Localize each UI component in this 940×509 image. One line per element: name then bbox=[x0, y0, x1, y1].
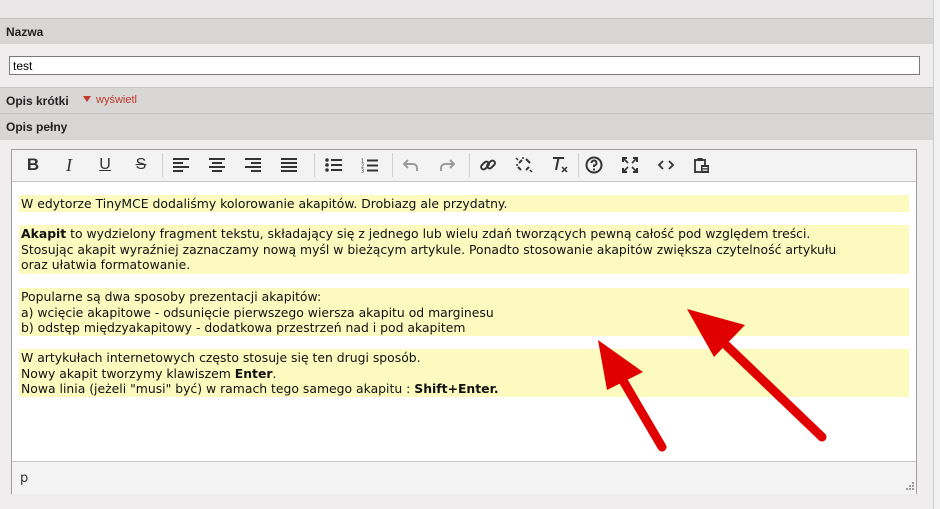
source-code-button[interactable] bbox=[648, 152, 684, 178]
paragraph-line: Akapit to wydzielony fragment tekstu, sk… bbox=[21, 226, 811, 241]
editor-toolbar: B I U S 123 bbox=[12, 150, 916, 182]
code-icon bbox=[658, 160, 674, 170]
align-right-button[interactable] bbox=[235, 152, 271, 178]
strikethrough-button[interactable]: S bbox=[123, 152, 159, 178]
name-label-bar: Nazwa bbox=[0, 18, 933, 44]
undo-button[interactable] bbox=[393, 152, 429, 178]
help-button[interactable] bbox=[576, 152, 612, 178]
align-left-icon bbox=[173, 158, 189, 172]
show-short-desc-text: wyświetl bbox=[96, 94, 137, 106]
page-scrollbar[interactable] bbox=[933, 0, 940, 509]
remove-link-button[interactable] bbox=[506, 152, 542, 178]
italic-button[interactable]: I bbox=[51, 152, 87, 178]
redo-button[interactable] bbox=[429, 152, 465, 178]
redo-icon bbox=[440, 159, 455, 171]
link-group bbox=[470, 152, 578, 178]
align-left-button[interactable] bbox=[163, 152, 199, 178]
top-strip bbox=[0, 0, 933, 18]
align-justify-button[interactable] bbox=[271, 152, 307, 178]
paragraph-line: oraz ułatwia formatowanie. bbox=[21, 257, 191, 273]
history-group bbox=[393, 152, 465, 178]
align-center-button[interactable] bbox=[199, 152, 235, 178]
paragraph-2: Akapit to wydzielony fragment tekstu, sk… bbox=[19, 225, 909, 274]
fullscreen-button[interactable] bbox=[612, 152, 648, 178]
format-group: B I U S bbox=[15, 152, 159, 178]
insert-link-button[interactable] bbox=[470, 152, 506, 178]
paragraph-line: Stosując akapit wyraźniej zaznaczamy now… bbox=[21, 241, 837, 257]
numbered-list-button[interactable]: 123 bbox=[351, 152, 387, 178]
paragraph-line: W artykułach internetowych często stosuj… bbox=[21, 350, 421, 365]
align-right-icon bbox=[245, 158, 261, 172]
full-desc-label: Opis pełny bbox=[6, 120, 68, 134]
help-icon bbox=[585, 156, 603, 174]
resize-handle-icon[interactable] bbox=[904, 482, 914, 492]
list-group: 123 bbox=[315, 152, 387, 178]
paragraph-line: Nowa linia (jeżeli "musi" być) w ramach … bbox=[21, 381, 499, 397]
paragraph-line: a) wcięcie akapitowe - odsunięcie pierws… bbox=[21, 304, 494, 320]
paragraph-line: b) odstęp międzyakapitowy - dodatkowa pr… bbox=[21, 320, 466, 336]
bold-term: Akapit bbox=[21, 226, 67, 241]
undo-icon bbox=[403, 159, 418, 171]
rich-text-editor: B I U S 123 W edytorze TinyMCE dodaliśmy… bbox=[11, 149, 917, 494]
fullscreen-icon bbox=[622, 157, 638, 173]
short-desc-label: Opis krótki bbox=[6, 94, 69, 108]
align-group bbox=[163, 152, 307, 178]
show-short-desc-link[interactable]: wyświetl bbox=[83, 94, 137, 106]
short-desc-bar: Opis krótki bbox=[0, 87, 933, 114]
bullet-list-icon bbox=[324, 158, 342, 172]
bullet-list-button[interactable] bbox=[315, 152, 351, 178]
numbered-list-icon: 123 bbox=[361, 158, 378, 173]
paragraph-3: Popularne są dwa sposoby prezentacji aka… bbox=[19, 288, 909, 336]
underline-button[interactable]: U bbox=[87, 152, 123, 178]
editor-statusbar: p bbox=[12, 461, 916, 494]
paragraph-line: Nowy akapit tworzymy klawiszem Enter. bbox=[21, 365, 277, 381]
paragraph-4: W artykułach internetowych często stosuj… bbox=[19, 349, 909, 397]
full-desc-bar: Opis pełny bbox=[0, 113, 933, 140]
link-icon bbox=[480, 159, 496, 171]
triangle-down-icon bbox=[83, 96, 91, 102]
editor-content[interactable]: W edytorze TinyMCE dodaliśmy kolorowanie… bbox=[12, 182, 916, 460]
clear-formatting-button[interactable] bbox=[542, 152, 578, 178]
paragraph-line: Popularne są dwa sposoby prezentacji aka… bbox=[21, 289, 322, 304]
unlink-icon bbox=[515, 157, 533, 173]
misc-group bbox=[576, 152, 720, 178]
svg-text:3: 3 bbox=[361, 168, 364, 173]
paragraph-1: W edytorze TinyMCE dodaliśmy kolorowanie… bbox=[19, 195, 909, 212]
align-center-icon bbox=[209, 158, 225, 172]
name-input[interactable] bbox=[9, 56, 920, 75]
align-justify-icon bbox=[281, 158, 297, 172]
paste-icon bbox=[694, 157, 709, 173]
paste-button[interactable] bbox=[684, 152, 720, 178]
element-path[interactable]: p bbox=[20, 471, 28, 486]
bold-key: Enter bbox=[234, 365, 273, 381]
bold-button[interactable]: B bbox=[15, 152, 51, 178]
clear-format-icon bbox=[553, 157, 568, 173]
name-label: Nazwa bbox=[6, 25, 44, 39]
paragraph-text: W edytorze TinyMCE dodaliśmy kolorowanie… bbox=[21, 196, 508, 211]
bold-key: Shift+Enter. bbox=[414, 381, 499, 397]
